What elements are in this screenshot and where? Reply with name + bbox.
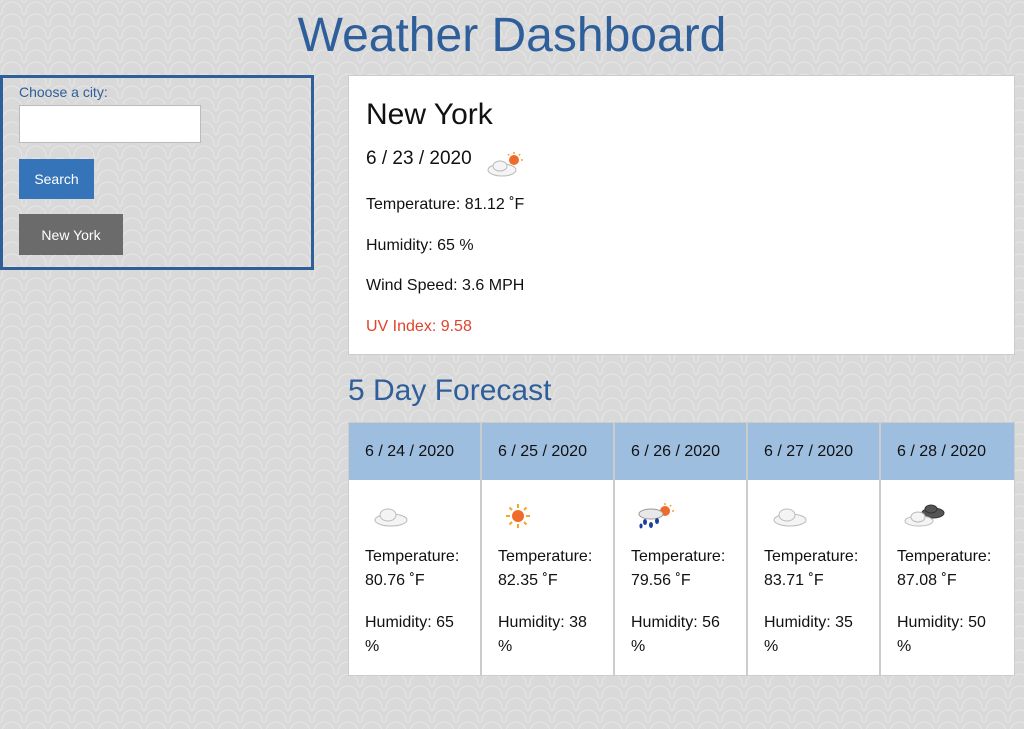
forecast-temp: 79.56 ˚F: [631, 572, 691, 589]
current-city-name: New York: [366, 98, 493, 131]
current-wind-speed: Wind Speed: 3.6 MPH: [366, 277, 525, 294]
forecast-temp-label: Temperature:: [764, 548, 859, 565]
forecast-humidity-unit: %: [365, 638, 380, 655]
forecast-humidity: Humidity: 50: [897, 614, 986, 631]
forecast-card: 6 / 26 / 2020 Temperature: 79.56 ˚F Humi…: [614, 422, 747, 676]
forecast-humidity: Humidity: 56: [631, 614, 720, 631]
forecast-humidity: Humidity: 65: [365, 614, 454, 631]
forecast-temp: 82.35 ˚F: [498, 572, 558, 589]
forecast-card: 6 / 24 / 2020 Temperature: 80.76 ˚F Humi…: [348, 422, 481, 676]
forecast-date: 6 / 25 / 2020: [482, 423, 613, 480]
forecast-temp-label: Temperature:: [631, 548, 726, 565]
search-panel: Choose a city: Search New York: [0, 75, 314, 270]
sun-rain-icon: [638, 503, 674, 529]
forecast-title: 5 Day Forecast: [348, 374, 552, 407]
search-button[interactable]: Search: [19, 159, 94, 199]
forecast-card: 6 / 28 / 2020 Temperature: 87.08 ˚F Humi…: [880, 422, 1015, 676]
forecast-humidity-unit: %: [498, 638, 513, 655]
dark-clouds-icon: [904, 504, 945, 527]
history-city-button[interactable]: New York: [19, 214, 123, 255]
city-label: Choose a city:: [19, 84, 108, 100]
sun-icon: [506, 504, 530, 528]
partly-sunny-icon: [487, 152, 523, 177]
forecast-temp: 83.71 ˚F: [764, 572, 824, 589]
forecast-humidity-unit: %: [631, 638, 646, 655]
forecast-date: 6 / 26 / 2020: [615, 423, 746, 480]
forecast-temp-label: Temperature:: [365, 548, 460, 565]
city-search-input[interactable]: [19, 105, 201, 143]
forecast-date: 6 / 24 / 2020: [349, 423, 480, 480]
forecast-card: 6 / 27 / 2020 Temperature: 83.71 ˚F Humi…: [747, 422, 880, 676]
page-title: Weather Dashboard: [297, 9, 727, 62]
forecast-humidity-unit: %: [897, 638, 912, 655]
forecast-row: 6 / 24 / 2020 Temperature: 80.76 ˚F Humi…: [348, 422, 1015, 676]
current-temperature: Temperature: 81.12 ˚F: [366, 196, 525, 213]
forecast-humidity: Humidity: 35: [764, 614, 853, 631]
cloud-icon: [773, 508, 807, 527]
forecast-temp-label: Temperature:: [498, 548, 593, 565]
forecast-date: 6 / 27 / 2020: [748, 423, 879, 480]
forecast-temp: 87.08 ˚F: [897, 572, 957, 589]
cloud-icon: [374, 508, 408, 527]
forecast-card: 6 / 25 / 2020 Temperature: 82.35 ˚F Humi…: [481, 422, 614, 676]
current-weather-card: New York 6 / 23 / 2020 Temperature: 81.1…: [348, 75, 1015, 355]
current-uv-index: UV Index: 9.58: [366, 318, 472, 335]
current-humidity: Humidity: 65 %: [366, 237, 474, 254]
forecast-humidity-unit: %: [764, 638, 779, 655]
forecast-date: 6 / 28 / 2020: [881, 423, 1014, 480]
forecast-temp: 80.76 ˚F: [365, 572, 425, 589]
forecast-humidity: Humidity: 38: [498, 614, 587, 631]
current-date: 6 / 23 / 2020: [366, 148, 472, 169]
forecast-temp-label: Temperature:: [897, 548, 992, 565]
